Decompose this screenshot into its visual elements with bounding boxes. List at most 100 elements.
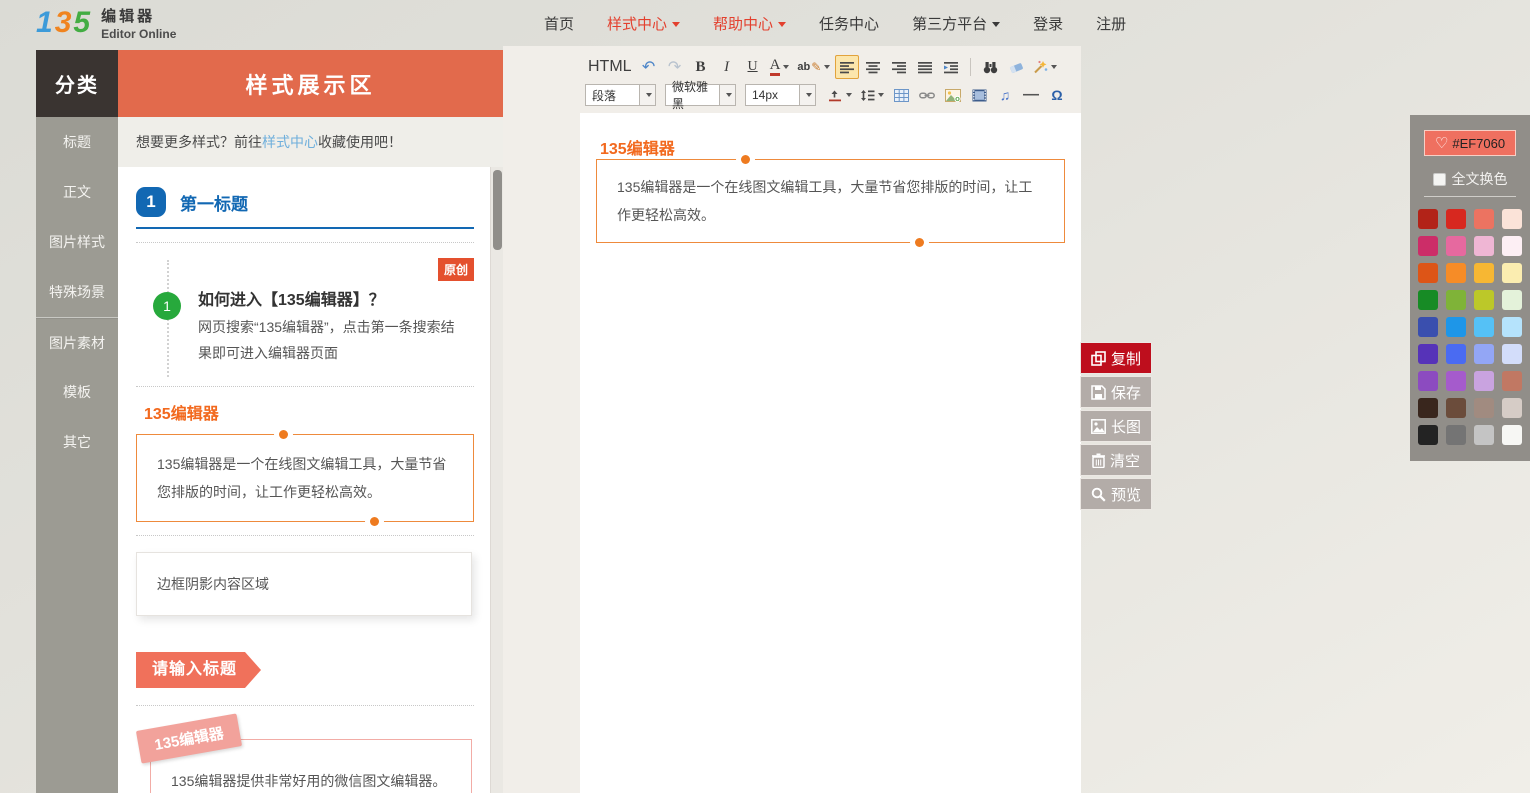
font-family-select[interactable]: 微软雅黑: [665, 84, 736, 106]
undo-button[interactable]: ↶: [637, 55, 661, 79]
color-swatch[interactable]: [1502, 236, 1522, 256]
line-spacing-button[interactable]: [857, 83, 887, 107]
color-swatch[interactable]: [1474, 425, 1494, 445]
style-item-numbered-heading[interactable]: 1 第一标题: [136, 181, 474, 229]
color-swatch[interactable]: [1446, 371, 1466, 391]
style-item-orange-quote[interactable]: 135编辑器 135编辑器是一个在线图文编辑工具，大量节省您排版的时间，让工作更…: [136, 400, 474, 522]
nav-item-login[interactable]: 登录: [1033, 13, 1063, 34]
color-swatch[interactable]: [1446, 398, 1466, 418]
color-swatch[interactable]: [1418, 317, 1438, 337]
style-item-faq[interactable]: 原创 1 如何进入【135编辑器】？ 网页搜索“135编辑器”，点击第一条搜索结…: [136, 256, 474, 373]
sidebar-item-other[interactable]: 其它: [36, 417, 118, 467]
sidebar-item-image-style[interactable]: 图片样式: [36, 217, 118, 267]
magic-wand-button[interactable]: [1030, 55, 1060, 79]
recolor-all-toggle[interactable]: 全文换色: [1424, 169, 1516, 197]
color-swatch[interactable]: [1418, 209, 1438, 229]
color-swatch[interactable]: [1446, 290, 1466, 310]
sidebar-item-image-material[interactable]: 图片素材: [36, 317, 118, 367]
color-swatch[interactable]: [1474, 317, 1494, 337]
music-button[interactable]: ♫: [993, 83, 1017, 107]
nav-item-third-party[interactable]: 第三方平台: [912, 13, 1000, 34]
nav-item-help-center[interactable]: 帮助中心: [713, 13, 786, 34]
color-swatch[interactable]: [1418, 425, 1438, 445]
copy-button[interactable]: 复制: [1080, 342, 1152, 374]
bold-button[interactable]: B: [689, 55, 713, 79]
sidebar-item-special-scene[interactable]: 特殊场景: [36, 267, 118, 317]
color-swatch[interactable]: [1418, 344, 1438, 364]
color-swatch[interactable]: [1418, 263, 1438, 283]
save-button[interactable]: 保存: [1080, 376, 1152, 408]
color-swatch[interactable]: [1502, 209, 1522, 229]
color-swatch[interactable]: [1418, 398, 1438, 418]
nav-item-register[interactable]: 注册: [1096, 13, 1126, 34]
table-button[interactable]: [889, 83, 913, 107]
color-swatch[interactable]: [1502, 344, 1522, 364]
color-swatch[interactable]: [1474, 263, 1494, 283]
color-swatch[interactable]: [1502, 263, 1522, 283]
font-size-select[interactable]: 14px: [745, 84, 816, 106]
clear-button[interactable]: 清空: [1080, 444, 1152, 476]
link-button[interactable]: [915, 83, 939, 107]
preview-label: 预览: [1111, 484, 1141, 505]
find-button[interactable]: [978, 55, 1002, 79]
color-swatch[interactable]: [1502, 398, 1522, 418]
align-left-button[interactable]: [835, 55, 859, 79]
scrollbar-thumb[interactable]: [493, 170, 502, 250]
color-swatch[interactable]: [1474, 236, 1494, 256]
omega-button[interactable]: Ω: [1045, 83, 1069, 107]
color-swatch[interactable]: [1446, 263, 1466, 283]
font-color-button[interactable]: A: [767, 55, 793, 79]
eraser-button[interactable]: [1004, 55, 1028, 79]
color-swatch[interactable]: [1502, 290, 1522, 310]
color-swatch[interactable]: [1446, 209, 1466, 229]
color-swatch[interactable]: [1502, 371, 1522, 391]
current-color-button[interactable]: ♡ #EF7060: [1424, 130, 1516, 156]
color-swatch[interactable]: [1502, 425, 1522, 445]
image-button[interactable]: [941, 83, 965, 107]
color-swatch[interactable]: [1474, 344, 1494, 364]
color-swatch[interactable]: [1474, 290, 1494, 310]
html-source-button[interactable]: HTML: [585, 55, 635, 79]
horizontal-rule-button[interactable]: —: [1019, 83, 1043, 107]
editor-content-text: 135编辑器是一个在线图文编辑工具，大量节省您排版的时间，让工作更轻松高效。: [617, 179, 1032, 223]
color-swatch[interactable]: [1502, 317, 1522, 337]
color-swatch[interactable]: [1418, 290, 1438, 310]
color-swatch[interactable]: [1446, 425, 1466, 445]
indent-button[interactable]: [939, 55, 963, 79]
nav-item-task-center[interactable]: 任务中心: [819, 13, 879, 34]
color-swatch[interactable]: [1446, 236, 1466, 256]
long-image-button[interactable]: 长图: [1080, 410, 1152, 442]
nav-item-style-center[interactable]: 样式中心: [607, 13, 680, 34]
color-swatch[interactable]: [1474, 371, 1494, 391]
style-panel-scrollbar[interactable]: [490, 167, 503, 793]
preview-button[interactable]: 预览: [1080, 478, 1152, 510]
align-center-button[interactable]: [861, 55, 885, 79]
video-button[interactable]: [967, 83, 991, 107]
sidebar-item-title[interactable]: 标题: [36, 117, 118, 167]
align-right-button[interactable]: [887, 55, 911, 79]
indent-first-line-button[interactable]: [825, 83, 855, 107]
color-swatch[interactable]: [1474, 398, 1494, 418]
nav-item-home[interactable]: 首页: [544, 13, 574, 34]
color-swatch[interactable]: [1418, 236, 1438, 256]
align-center-icon: [866, 61, 881, 74]
underline-button[interactable]: U: [741, 55, 765, 79]
color-swatch[interactable]: [1446, 317, 1466, 337]
app-logo[interactable]: 135 编辑器 Editor Online: [36, 5, 176, 41]
italic-button[interactable]: I: [715, 55, 739, 79]
paragraph-format-select[interactable]: 段落: [585, 84, 656, 106]
color-swatch[interactable]: [1446, 344, 1466, 364]
style-item-shadow-box[interactable]: 边框阴影内容区域: [136, 552, 472, 616]
redo-button[interactable]: ↷: [663, 55, 687, 79]
highlight-button[interactable]: ab✎: [794, 55, 833, 79]
sidebar-item-template[interactable]: 模板: [36, 367, 118, 417]
align-justify-button[interactable]: [913, 55, 937, 79]
color-swatch[interactable]: [1474, 209, 1494, 229]
color-swatch[interactable]: [1418, 371, 1438, 391]
recolor-checkbox[interactable]: [1433, 173, 1446, 186]
editor-canvas[interactable]: 135编辑器 135编辑器是一个在线图文编辑工具，大量节省您排版的时间，让工作更…: [580, 113, 1081, 793]
style-center-link[interactable]: 样式中心: [262, 134, 318, 150]
sidebar-item-body-text[interactable]: 正文: [36, 167, 118, 217]
style-item-title-ribbon[interactable]: 请输入标题: [136, 652, 245, 688]
style-item-pink-quote[interactable]: 135编辑器 135编辑器提供非常好用的微信图文编辑器。可以随心所欲的变换颜色调…: [136, 722, 474, 793]
